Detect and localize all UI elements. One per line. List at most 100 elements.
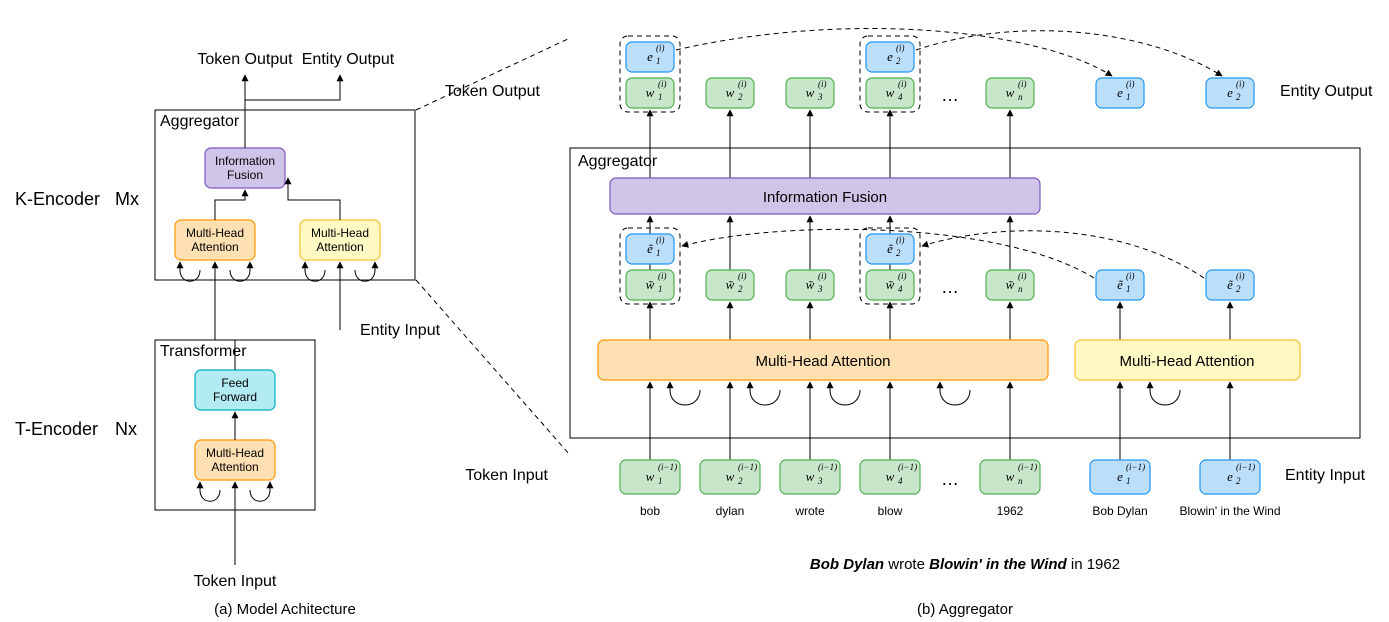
svg-text:…: … <box>941 85 959 105</box>
info-fusion-text1: Information <box>215 154 275 168</box>
svg-text:w: w <box>806 469 815 484</box>
token-input-label-b: Token Input <box>465 467 548 484</box>
svg-text:2: 2 <box>738 92 743 102</box>
svg-text:(i): (i) <box>1236 271 1245 281</box>
mha-yellow-text1: Multi-Head <box>311 226 369 240</box>
svg-text:(i): (i) <box>656 43 665 53</box>
mha-tokens-text: Multi-Head Attention <box>755 353 890 370</box>
svg-text:1: 1 <box>656 248 661 258</box>
svg-text:(i): (i) <box>1018 79 1027 89</box>
svg-text:w̃: w̃ <box>886 277 895 292</box>
entity-output-label-b: Entity Output <box>1280 83 1373 100</box>
svg-text:1: 1 <box>658 92 663 102</box>
svg-text:(i): (i) <box>656 235 665 245</box>
mha-bottom-text1: Multi-Head <box>206 446 264 460</box>
svg-text:e: e <box>1227 85 1233 100</box>
svg-text:(i): (i) <box>818 79 827 89</box>
svg-text:w: w <box>726 85 735 100</box>
svg-text:2: 2 <box>896 56 901 66</box>
svg-text:w: w <box>726 469 735 484</box>
output-row: e 1 (i) e 2 (i) w1(i) w2(i) w3(i) w4(i) … <box>445 29 1373 112</box>
svg-text:4: 4 <box>898 284 903 294</box>
mha-yellow-text2: Attention <box>316 240 363 254</box>
svg-text:1: 1 <box>658 476 663 486</box>
svg-text:(i): (i) <box>1126 271 1135 281</box>
svg-text:w: w <box>886 85 895 100</box>
svg-text:w: w <box>1006 469 1015 484</box>
svg-text:w̃: w̃ <box>806 277 815 292</box>
svg-text:4: 4 <box>898 92 903 102</box>
transformer-label: Transformer <box>160 343 247 360</box>
svg-text:(i): (i) <box>1126 79 1135 89</box>
svg-text:1: 1 <box>1126 92 1131 102</box>
k-mx-label: Mx <box>115 189 139 209</box>
svg-text:2: 2 <box>1236 476 1241 486</box>
svg-text:(i): (i) <box>1236 79 1245 89</box>
svg-text:2: 2 <box>1236 284 1241 294</box>
svg-text:Bob Dylan: Bob Dylan <box>1092 504 1147 518</box>
diagram-root: Aggregator Information Fusion Multi-Head… <box>0 0 1389 622</box>
svg-text:bob: bob <box>640 504 660 518</box>
svg-text:w̃: w̃ <box>646 277 655 292</box>
svg-text:…: … <box>941 469 959 489</box>
svg-text:(i): (i) <box>658 79 667 89</box>
panel-b: Aggregator e 1 (i) e 2 (i) w1(i) w2(i) w… <box>445 29 1373 618</box>
svg-text:e: e <box>1117 469 1123 484</box>
entity-input-label-a: Entity Input <box>360 322 441 339</box>
svg-text:(i−1): (i−1) <box>1236 462 1255 472</box>
t-encoder-label: T-Encoder <box>15 419 98 439</box>
svg-text:(i): (i) <box>658 271 667 281</box>
example-sentence: Bob Dylan wrote Blowin' in the Wind in 1… <box>810 556 1120 573</box>
mha-bottom-text2: Attention <box>211 460 258 474</box>
svg-text:(i): (i) <box>898 271 907 281</box>
svg-text:e: e <box>647 49 653 64</box>
svg-text:(i−1): (i−1) <box>1126 462 1145 472</box>
svg-text:1962: 1962 <box>997 504 1024 518</box>
entity-output-label-a: Entity Output <box>302 51 395 68</box>
svg-text:w: w <box>806 85 815 100</box>
svg-text:(i−1): (i−1) <box>898 462 917 472</box>
svg-text:(i): (i) <box>738 79 747 89</box>
svg-text:e: e <box>1227 469 1233 484</box>
svg-text:(i−1): (i−1) <box>818 462 837 472</box>
svg-text:dylan: dylan <box>716 504 745 518</box>
svg-text:n: n <box>1018 476 1023 486</box>
mha-orange-text2: Attention <box>191 240 238 254</box>
ff-text1: Feed <box>221 376 248 390</box>
aggregator-label: Aggregator <box>160 113 240 130</box>
svg-text:e: e <box>887 49 893 64</box>
svg-text:w: w <box>886 469 895 484</box>
svg-text:1: 1 <box>1126 476 1131 486</box>
svg-text:Blowin' in the Wind: Blowin' in the Wind <box>1179 504 1280 518</box>
svg-text:1: 1 <box>1126 284 1131 294</box>
input-row: w1(i−1) w2(i−1) w3(i−1) w4(i−1) … wn(i−1… <box>465 460 1365 518</box>
token-output-label-a: Token Output <box>197 51 293 68</box>
svg-text:e: e <box>1117 85 1123 100</box>
svg-text:n: n <box>1018 92 1023 102</box>
svg-text:blow: blow <box>878 504 903 518</box>
svg-text:1: 1 <box>658 284 663 294</box>
svg-text:2: 2 <box>738 284 743 294</box>
svg-text:w̃: w̃ <box>726 277 735 292</box>
t-nx-label: Nx <box>115 419 137 439</box>
mha-orange-text1: Multi-Head <box>186 226 244 240</box>
svg-text:3: 3 <box>817 476 823 486</box>
caption-b: (b) Aggregator <box>917 601 1013 618</box>
svg-text:w: w <box>1006 85 1015 100</box>
svg-text:2: 2 <box>896 248 901 258</box>
svg-text:(i−1): (i−1) <box>738 462 757 472</box>
svg-text:…: … <box>941 277 959 297</box>
svg-text:2: 2 <box>738 476 743 486</box>
svg-text:2: 2 <box>1236 92 1241 102</box>
svg-text:(i): (i) <box>1018 271 1027 281</box>
mha-entities-text: Multi-Head Attention <box>1119 353 1254 370</box>
token-output-label-b: Token Output <box>445 83 541 100</box>
svg-text:(i): (i) <box>896 235 905 245</box>
svg-text:n: n <box>1018 284 1023 294</box>
svg-text:(i−1): (i−1) <box>1018 462 1037 472</box>
svg-text:w: w <box>646 85 655 100</box>
mid-row: ẽ1(i) ẽ2(i) w̃1(i) w̃2(i) w̃3(i) w̃4(i) … <box>620 228 1254 304</box>
k-encoder-label: K-Encoder <box>15 189 100 209</box>
token-input-label-a: Token Input <box>194 573 277 590</box>
svg-text:w̃: w̃ <box>1006 277 1015 292</box>
